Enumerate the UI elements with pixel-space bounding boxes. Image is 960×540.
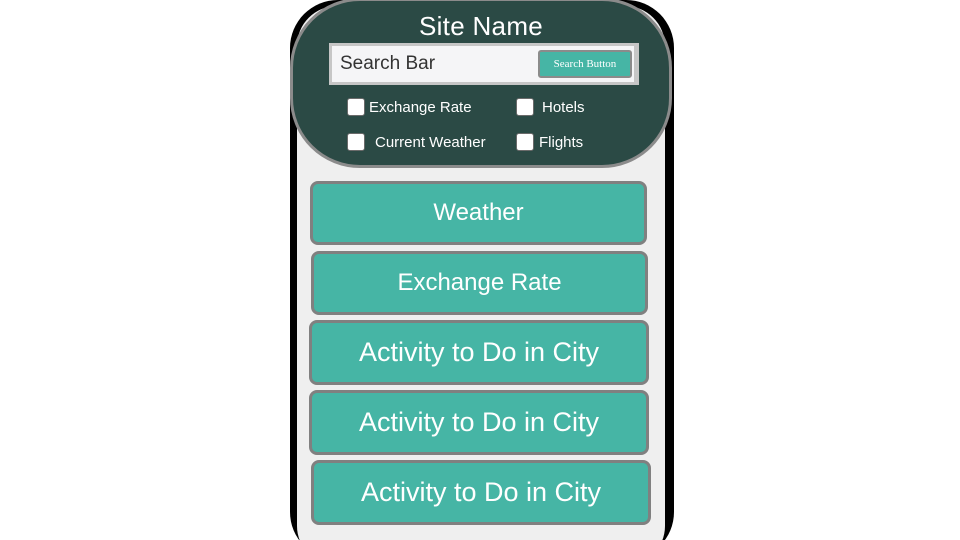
filter-flights[interactable]: Flights [516, 133, 583, 151]
hotels-checkbox[interactable] [516, 98, 534, 116]
filter-exchange-rate[interactable]: Exchange Rate [347, 98, 472, 116]
filter-label: Exchange Rate [369, 98, 472, 116]
filter-label: Hotels [542, 98, 585, 116]
exchange-rate-tile[interactable]: Exchange Rate [311, 251, 648, 315]
search-button[interactable]: Search Button [538, 50, 632, 78]
site-name: Site Name [418, 11, 544, 41]
weather-tile[interactable]: Weather [310, 181, 647, 245]
activity-tile-3[interactable]: Activity to Do in City [311, 460, 651, 525]
app-stage: Site Name Search Button Exchange Rate Ho… [0, 0, 960, 540]
filter-label: Flights [539, 133, 584, 151]
flights-checkbox[interactable] [516, 133, 534, 151]
activity-tile-1[interactable]: Activity to Do in City [309, 320, 649, 385]
filter-label: Current Weather [375, 133, 486, 151]
filter-current-weather[interactable]: Current Weather [347, 133, 486, 151]
search-bar: Search Button [329, 43, 639, 85]
current-weather-checkbox[interactable] [347, 133, 365, 151]
exchange-rate-checkbox[interactable] [347, 98, 365, 116]
site-header: Site Name Search Button Exchange Rate Ho… [290, 0, 672, 168]
activity-tile-2[interactable]: Activity to Do in City [309, 390, 649, 455]
filter-hotels[interactable]: Hotels [516, 98, 585, 116]
